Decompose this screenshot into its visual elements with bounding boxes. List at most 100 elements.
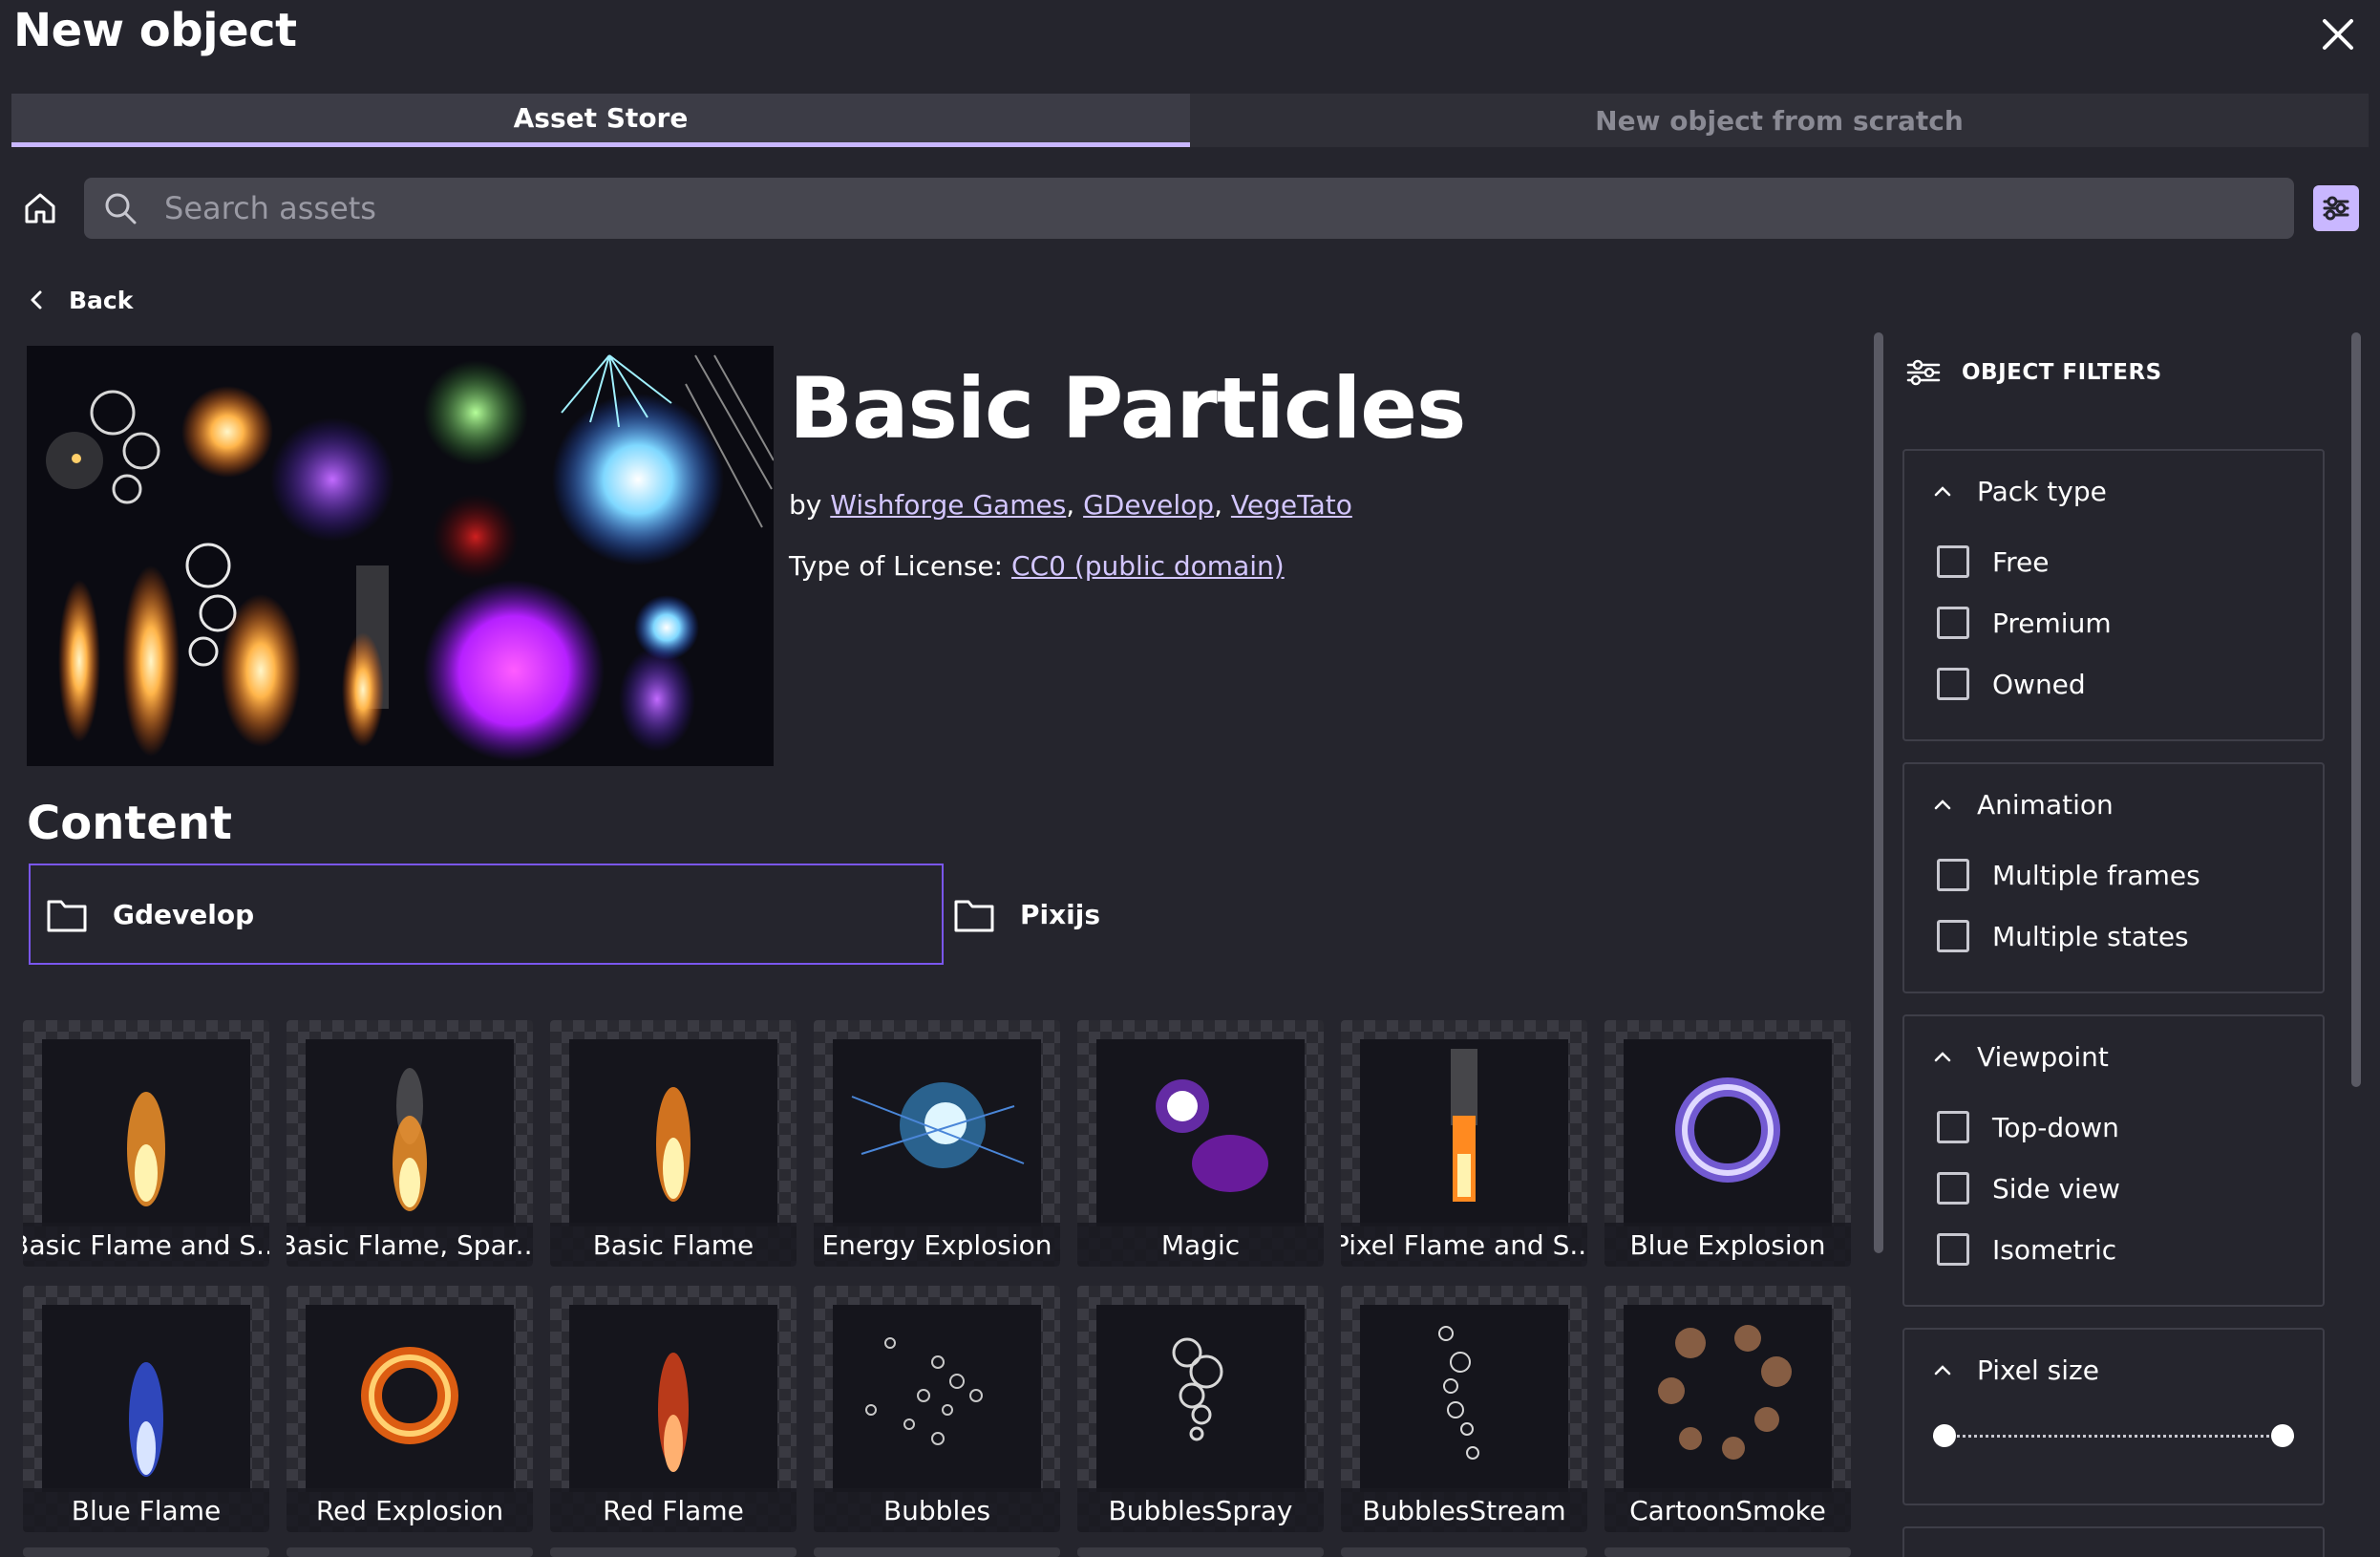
asset-tile[interactable]: Blue Flame [23,1286,269,1532]
checkbox[interactable] [1937,1111,1969,1143]
filter-group-header[interactable]: Animation [1904,778,2323,831]
asset-tile[interactable] [287,1547,533,1557]
object-filters-title: OBJECT FILTERS [1962,360,2162,385]
asset-tile[interactable]: Energy Explosion [814,1020,1060,1267]
sliders-icon [2323,196,2349,221]
content-scrollbar[interactable] [1874,332,1883,1253]
asset-tile[interactable] [814,1547,1060,1557]
filter-option-isometric[interactable]: Isometric [1904,1219,2323,1280]
filter-group-header[interactable]: Viewpoint [1904,1030,2323,1083]
checkbox[interactable] [1937,668,1969,700]
asset-tile[interactable]: Blue Explosion [1604,1020,1851,1267]
checkbox[interactable] [1937,607,1969,639]
search-input[interactable] [164,178,2265,239]
checkbox[interactable] [1937,545,1969,578]
filter-option-free[interactable]: Free [1904,531,2323,592]
tab-asset-store[interactable]: Asset Store [11,94,1190,147]
purple-magic-icon [1096,1039,1305,1226]
asset-label: Pixel Flame and S... [1341,1223,1587,1267]
author-link-gdevelop[interactable]: GDevelop [1083,489,1214,521]
sliders-icon [1906,359,1941,386]
dialog-title: New object [13,4,297,57]
slider-handle-max[interactable] [2271,1424,2294,1447]
filter-option-top-down[interactable]: Top-down [1904,1097,2323,1158]
checkbox[interactable] [1937,859,1969,891]
asset-label: Red Explosion [287,1488,533,1532]
search-bar [84,178,2294,239]
filter-option-multiple-frames[interactable]: Multiple frames [1904,844,2323,906]
asset-tile[interactable]: Red Flame [550,1286,797,1532]
pixel-size-slider[interactable] [1933,1397,2294,1473]
asset-tile[interactable]: Basic Flame [550,1020,797,1267]
folder-gdevelop[interactable]: Gdevelop [29,864,944,965]
filter-option-owned[interactable]: Owned [1904,653,2323,715]
back-label: Back [69,286,134,314]
asset-tile[interactable]: BubblesSpray [1077,1286,1324,1532]
asset-tile[interactable] [550,1547,797,1557]
asset-label: BubblesSpray [1077,1488,1324,1532]
filter-group-header[interactable]: Pixel size [1904,1343,2323,1397]
folder-icon [47,900,87,932]
filter-option-multiple-states[interactable]: Multiple states [1904,906,2323,967]
license-link[interactable]: CC0 (public domain) [1011,550,1285,582]
asset-grid-next-row [23,1547,1853,1557]
cartoon-smoke-icon [1624,1305,1832,1492]
folder-label: Gdevelop [113,898,255,930]
orange-flame-sparks-icon [42,1039,250,1226]
checkbox[interactable] [1937,1172,1969,1205]
asset-tile[interactable] [1077,1547,1324,1557]
asset-tile[interactable] [23,1547,269,1557]
asset-tile[interactable]: Basic Flame and S... [23,1020,269,1267]
filter-group-title: Animation [1977,788,2114,821]
asset-tile[interactable]: Red Explosion [287,1286,533,1532]
pack-thumbnail [27,346,774,766]
asset-label: Energy Explosion [814,1223,1060,1267]
asset-tile[interactable] [1604,1547,1851,1557]
tab-new-object-from-scratch[interactable]: New object from scratch [1190,94,2369,147]
close-button[interactable] [2311,8,2365,61]
filter-option-side-view[interactable]: Side view [1904,1158,2323,1219]
red-flame-icon [569,1305,777,1492]
pack-title: Basic Particles [789,359,1466,458]
red-ring-explosion-icon [306,1305,514,1492]
checkbox[interactable] [1937,920,1969,952]
pack-authors: by Wishforge Games, GDevelop, VegeTato [789,489,1352,521]
filter-option-premium[interactable]: Premium [1904,592,2323,653]
home-button[interactable] [19,187,61,229]
author-link-vegetato[interactable]: VegeTato [1231,489,1352,521]
asset-tile[interactable]: BubblesStream [1341,1286,1587,1532]
asset-tile[interactable]: CartoonSmoke [1604,1286,1851,1532]
chevron-left-icon [31,290,42,309]
option-label: Multiple states [1992,920,2189,952]
filter-group-next [1902,1526,2325,1557]
blue-flame-icon [42,1305,250,1492]
filter-group-header[interactable]: Pack type [1904,464,2323,518]
asset-tile[interactable] [1341,1547,1587,1557]
filters-toggle-button[interactable] [2313,185,2359,231]
folder-pixijs[interactable]: Pixijs [953,864,1100,965]
asset-label: Blue Flame [23,1488,269,1532]
slider-track [1933,1435,2294,1438]
bubbles-spray-icon [1096,1305,1305,1492]
chevron-up-icon [1934,486,1951,497]
back-button[interactable]: Back [29,283,133,317]
asset-label: Basic Flame [550,1223,797,1267]
asset-label: Basic Flame, Spar... [287,1223,533,1267]
home-icon [25,193,55,224]
asset-tile[interactable]: Magic [1077,1020,1324,1267]
filter-group-pack-type: Pack type Free Premium Owned [1902,449,2325,741]
asset-tile[interactable]: Bubbles [814,1286,1060,1532]
close-icon [2323,19,2353,50]
slider-handle-min[interactable] [1933,1424,1956,1447]
license-prefix: Type of License: [789,550,1011,582]
checkbox[interactable] [1937,1233,1969,1266]
asset-tile[interactable]: Basic Flame, Spar... [287,1020,533,1267]
author-link-wishforge[interactable]: Wishforge Games [830,489,1066,521]
orange-flame-icon [569,1039,777,1226]
filters-scrollbar[interactable] [2351,332,2361,1087]
asset-tile[interactable]: Pixel Flame and S... [1341,1020,1587,1267]
filter-group-title: Pack type [1977,475,2107,507]
blue-energy-burst-icon [833,1039,1041,1226]
blue-ring-explosion-icon [1624,1039,1832,1226]
option-label: Side view [1992,1172,2120,1205]
